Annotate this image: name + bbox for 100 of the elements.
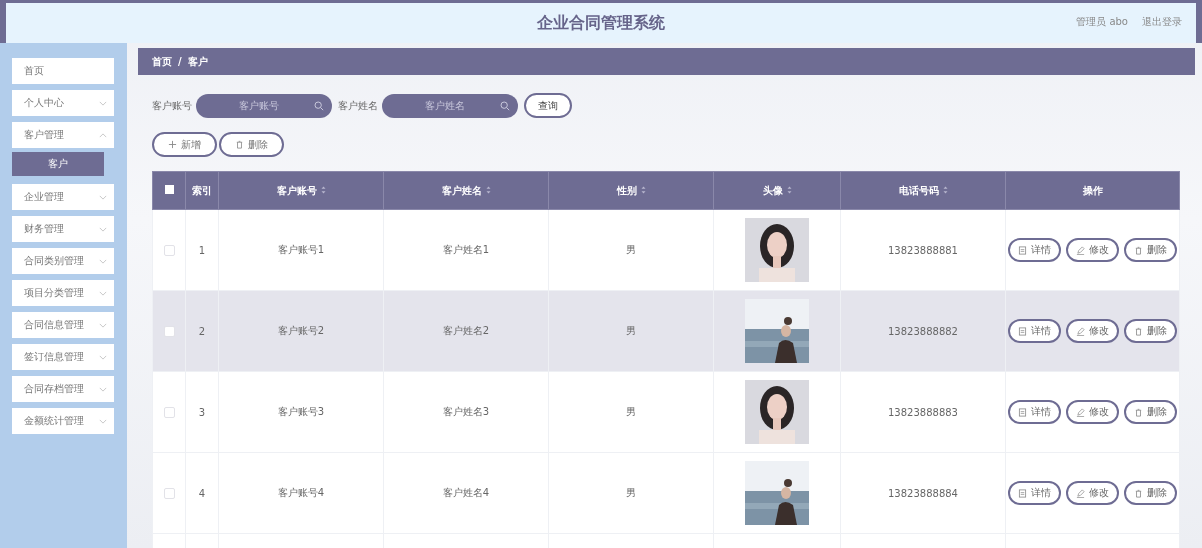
detail-button[interactable]: 详情 [1008,481,1061,505]
edit-button[interactable]: 修改 [1066,481,1119,505]
pencil-icon [1076,488,1085,498]
menu-item[interactable]: 金额统计管理 [12,408,114,434]
menu-item[interactable]: 财务管理 [12,216,114,242]
breadcrumb-item[interactable]: 客户 [187,54,208,69]
submenu-item[interactable]: 客户 [12,152,104,176]
trash-icon [1134,245,1143,255]
table-cell: 客户姓名4 [442,487,490,498]
chevron-icon [99,290,107,296]
table-cell: 男 [626,406,636,417]
chevron-icon [99,194,107,200]
table-cell: 3 [198,406,206,418]
search-field[interactable]: 客户账号 [196,93,332,118]
chevron-icon [99,132,107,138]
plus-icon [168,140,177,149]
table-cell: 客户姓名1 [442,244,490,255]
menu-item[interactable]: 企业管理 [12,184,114,210]
table-cell: 1 [198,244,206,256]
sort-icon [640,185,646,194]
detail-button[interactable]: 详情 [1008,238,1061,262]
column-header[interactable]: 头像 [713,171,841,210]
chevron-icon [99,418,107,424]
table-row[interactable]: 4 客户账号4 客户姓名4 男 13823888884 详情 修改 删除 [152,452,1180,534]
detail-button[interactable]: 详情 [1008,400,1061,424]
chevron-icon [99,354,107,360]
logout-link[interactable]: 退出登录 [1142,15,1182,29]
column-header[interactable]: 客户姓名 [383,171,549,210]
menu-item[interactable]: 个人中心 [12,90,114,116]
menu-item[interactable]: 合同类别管理 [12,248,114,274]
table-row[interactable]: 2 客户账号2 客户姓名2 男 13823888882 详情 修改 删除 [152,290,1180,372]
field-label: 客户姓名 [338,98,378,113]
row-checkbox[interactable] [163,406,175,418]
edit-button[interactable]: 修改 [1066,319,1119,343]
user-label: 管理员 abo [1076,15,1128,29]
app-title: 企业合同管理系统 [537,12,665,34]
table-cell: 客户账号2 [277,325,325,336]
table-cell: 客户账号4 [277,487,325,498]
column-header[interactable]: 索引 [185,171,219,210]
chevron-icon [99,386,107,392]
menu-item[interactable]: 首页 [12,58,114,84]
trash-icon [1134,488,1143,498]
table-cell: 男 [626,325,636,336]
document-icon [1018,407,1027,417]
delete-button[interactable]: 删除 [219,132,284,157]
chevron-icon [99,100,107,106]
table-cell: 客户姓名2 [442,325,490,336]
detail-button[interactable]: 详情 [1008,319,1061,343]
trash-icon [1134,326,1143,336]
sort-icon [786,185,792,194]
delete-button[interactable]: 删除 [1124,319,1177,343]
chevron-icon [99,258,107,264]
row-checkbox[interactable] [163,325,175,337]
delete-button[interactable]: 删除 [1124,400,1177,424]
document-icon [1018,245,1027,255]
breadcrumb-item[interactable]: 首页 [152,54,172,69]
menu-item[interactable]: 客户管理 [12,122,114,148]
breadcrumb-separator: / [178,56,182,67]
table-cell: 客户账号3 [277,406,325,417]
sort-icon [942,185,948,194]
column-header[interactable]: 性别 [548,171,714,210]
table-cell: 客户账号1 [277,244,325,255]
menu-item[interactable]: 合同存档管理 [12,376,114,402]
document-icon [1018,488,1027,498]
sort-icon [320,185,326,194]
menu-item[interactable]: 签订信息管理 [12,344,114,370]
search-field[interactable]: 客户姓名 [382,93,518,118]
table-cell: 男 [626,244,636,255]
chevron-icon [99,226,107,232]
menu-item[interactable]: 项目分类管理 [12,280,114,306]
query-button[interactable]: 查询 [524,93,572,118]
row-checkbox[interactable] [163,244,175,256]
table-cell: 13823888882 [888,325,958,337]
column-header[interactable]: 电话号码 [840,171,1006,210]
table-row[interactable]: 1 客户账号1 客户姓名1 男 13823888881 详情 修改 删除 [152,209,1180,291]
search-icon [500,100,510,111]
table-row[interactable]: 3 客户账号3 客户姓名3 男 13823888883 详情 修改 删除 [152,371,1180,453]
row-checkbox[interactable] [163,487,175,499]
search-icon [314,100,324,111]
field-label: 客户账号 [152,98,192,113]
table-cell: 13823888884 [888,487,958,499]
trash-icon [235,140,244,149]
edit-button[interactable]: 修改 [1066,238,1119,262]
column-header[interactable]: 客户账号 [218,171,384,210]
menu-item[interactable]: 合同信息管理 [12,312,114,338]
table-cell: 13823888881 [888,244,958,256]
column-header[interactable]: 操作 [1005,171,1180,210]
table-cell: 男 [626,487,636,498]
edit-button[interactable]: 修改 [1066,400,1119,424]
table-cell: 2 [198,325,206,337]
delete-button[interactable]: 删除 [1124,481,1177,505]
select-all-checkbox[interactable] [164,185,174,194]
table-cell: 4 [198,487,206,499]
delete-button[interactable]: 删除 [1124,238,1177,262]
add-button[interactable]: 新增 [152,132,217,157]
chevron-icon [99,322,107,328]
document-icon [1018,326,1027,336]
table-cell: 客户姓名3 [442,406,490,417]
pencil-icon [1076,245,1085,255]
table-cell: 13823888883 [888,406,958,418]
